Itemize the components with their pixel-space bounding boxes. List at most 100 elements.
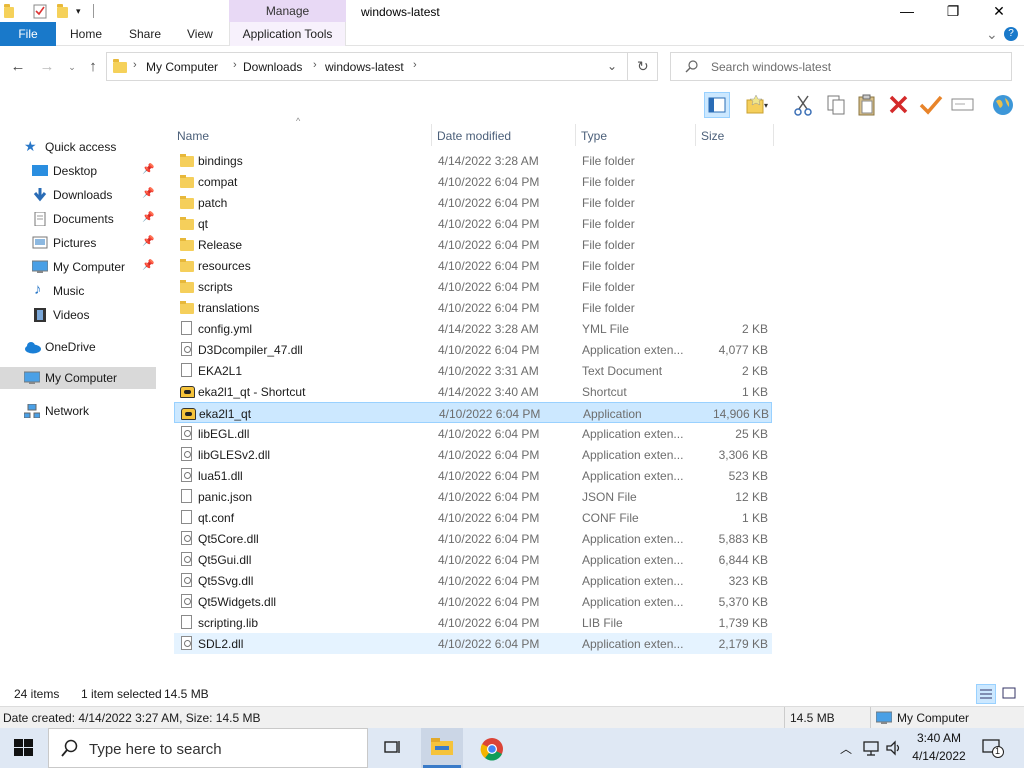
large-icons-view-icon[interactable] — [1000, 684, 1020, 704]
taskbar-search-input[interactable]: Type here to search — [89, 741, 222, 758]
nav-desktop[interactable]: Desktop 📌 — [0, 160, 156, 182]
file-row[interactable]: Qt5Svg.dll 4/10/2022 6:04 PM Application e… — [174, 570, 772, 591]
new-folder-icon[interactable] — [57, 3, 71, 19]
show-hidden-icons-icon[interactable]: ︿ — [840, 740, 852, 757]
folder-icon — [180, 300, 194, 315]
back-arrow-icon[interactable]: ← — [9, 58, 27, 76]
preview-pane-icon[interactable] — [704, 92, 730, 118]
refresh-icon[interactable]: ↻ — [637, 58, 649, 75]
nav-network[interactable]: Network — [0, 400, 156, 422]
tab-file[interactable]: File — [0, 22, 56, 46]
column-header-type[interactable]: Type — [578, 124, 696, 146]
file-name: scripts — [198, 280, 233, 294]
cut-icon[interactable] — [790, 92, 816, 118]
file-row[interactable]: D3Dcompiler_47.dll 4/10/2022 6:04 PM Appli… — [174, 339, 772, 360]
expand-ribbon-icon[interactable]: ⌄ — [986, 22, 998, 46]
help-icon[interactable]: ? — [1004, 27, 1018, 41]
file-row[interactable]: SDL2.dll 4/10/2022 6:04 PM Application ext… — [174, 633, 772, 654]
chevron-right-icon[interactable]: › — [233, 59, 237, 71]
details-view-icon[interactable] — [976, 684, 996, 704]
clock-time[interactable]: 3:40 AM — [908, 731, 970, 745]
pin-icon[interactable]: 📌 — [142, 188, 154, 199]
pin-icon[interactable]: 📌 — [142, 260, 154, 271]
breadcrumb-windows-latest[interactable]: windows-latest — [325, 60, 404, 74]
forward-arrow-icon[interactable]: → — [38, 58, 56, 76]
chrome-icon[interactable] — [480, 737, 504, 764]
file-row[interactable]: libGLESv2.dll 4/10/2022 6:04 PM Applicatio… — [174, 444, 772, 465]
file-row[interactable]: eka2l1_qt - Shortcut 4/14/2022 3:40 AM Sho… — [174, 381, 772, 402]
up-arrow-icon[interactable]: ↑ — [84, 58, 102, 76]
chevron-right-icon[interactable]: › — [313, 59, 317, 71]
globe-icon[interactable] — [990, 92, 1016, 118]
file-row[interactable]: qt 4/10/2022 6:04 PM File folder — [174, 213, 772, 234]
properties-icon[interactable] — [33, 3, 47, 19]
file-row[interactable]: libEGL.dll 4/10/2022 6:04 PM Application e… — [174, 423, 772, 444]
nav-music[interactable]: ♪ Music — [0, 280, 156, 302]
column-header-date[interactable]: Date modified — [434, 124, 576, 146]
file-explorer-taskbar-button[interactable] — [421, 728, 463, 768]
quick-access-dropdown-icon[interactable]: ▾ — [76, 6, 90, 22]
delete-icon[interactable] — [886, 92, 912, 118]
nav-videos[interactable]: Videos — [0, 304, 156, 326]
column-header-name[interactable]: Name — [174, 124, 432, 146]
tab-view[interactable]: View — [187, 22, 213, 46]
file-row[interactable]: Release 4/10/2022 6:04 PM File folder — [174, 234, 772, 255]
pin-icon[interactable]: 📌 — [142, 212, 154, 223]
chevron-right-icon[interactable]: › — [133, 59, 137, 71]
copy-icon[interactable] — [823, 92, 849, 118]
checkmark-icon[interactable] — [918, 92, 944, 118]
nav-my-computer[interactable]: My Computer — [0, 367, 156, 389]
nav-downloads[interactable]: Downloads 📌 — [0, 184, 156, 206]
clock-date[interactable]: 4/14/2022 — [908, 749, 970, 763]
file-row[interactable]: config.yml 4/14/2022 3:28 AM YML File 2 KB — [174, 318, 772, 339]
file-row[interactable]: bindings 4/14/2022 3:28 AM File folder — [174, 150, 772, 171]
manage-tab-header[interactable]: Manage — [229, 0, 346, 22]
action-center-icon[interactable]: 1 — [982, 738, 1004, 758]
search-input[interactable]: Search windows-latest — [711, 60, 831, 74]
paste-icon[interactable] — [854, 92, 880, 118]
nav-documents[interactable]: Documents 📌 — [0, 208, 156, 230]
chevron-right-icon[interactable]: › — [413, 59, 417, 71]
search-box[interactable]: Search windows-latest — [670, 52, 1012, 81]
pin-icon[interactable]: 📌 — [142, 236, 154, 247]
nav-quick-access[interactable]: ★ Quick access — [0, 136, 156, 158]
file-row[interactable]: translations 4/10/2022 6:04 PM File folder — [174, 297, 772, 318]
network-status-icon[interactable] — [862, 739, 880, 760]
file-row[interactable]: panic.json 4/10/2022 6:04 PM JSON File 12 K… — [174, 486, 772, 507]
folder-icon[interactable] — [4, 3, 18, 19]
breadcrumb-my-computer[interactable]: My Computer — [146, 60, 218, 74]
taskbar-search-box[interactable]: Type here to search — [48, 728, 368, 768]
nav-my-computer-quick[interactable]: My Computer 📌 — [0, 256, 156, 278]
file-row[interactable]: scripting.lib 4/10/2022 6:04 PM LIB File 1,… — [174, 612, 772, 633]
file-row[interactable]: lua51.dll 4/10/2022 6:04 PM Application ex… — [174, 465, 772, 486]
tab-home[interactable]: Home — [70, 22, 102, 46]
volume-icon[interactable] — [885, 739, 903, 760]
file-row[interactable]: Qt5Gui.dll 4/10/2022 6:04 PM Application e… — [174, 549, 772, 570]
breadcrumb-downloads[interactable]: Downloads — [243, 60, 302, 74]
file-row[interactable]: scripts 4/10/2022 6:04 PM File folder — [174, 276, 772, 297]
file-row[interactable]: Qt5Widgets.dll 4/10/2022 6:04 PM Applicati… — [174, 591, 772, 612]
address-bar[interactable]: › My Computer › Downloads › windows-late… — [106, 52, 658, 81]
file-row[interactable]: compat 4/10/2022 6:04 PM File folder — [174, 171, 772, 192]
column-header-size[interactable]: Size — [698, 124, 774, 146]
new-item-icon[interactable]: ▾ — [744, 92, 770, 118]
file-row[interactable]: patch 4/10/2022 6:04 PM File folder — [174, 192, 772, 213]
file-row[interactable]: Qt5Core.dll 4/10/2022 6:04 PM Application … — [174, 528, 772, 549]
file-row[interactable]: resources 4/10/2022 6:04 PM File folder — [174, 255, 772, 276]
recent-locations-icon[interactable]: ⌄ — [63, 58, 81, 76]
maximize-button[interactable]: ❐ — [930, 0, 976, 22]
file-row[interactable]: EKA2L1 4/10/2022 3:31 AM Text Document 2 KB — [174, 360, 772, 381]
tab-application-tools[interactable]: Application Tools — [229, 22, 346, 46]
file-row[interactable]: qt.conf 4/10/2022 6:04 PM CONF File 1 KB — [174, 507, 772, 528]
close-button[interactable]: ✕ — [976, 0, 1022, 22]
windows-start-icon[interactable] — [14, 739, 34, 760]
nav-onedrive[interactable]: OneDrive — [0, 336, 156, 358]
minimize-button[interactable]: — — [884, 0, 930, 22]
address-dropdown-icon[interactable]: ⌄ — [607, 59, 617, 73]
rename-icon[interactable] — [950, 92, 976, 118]
pin-icon[interactable]: 📌 — [142, 164, 154, 175]
tab-share[interactable]: Share — [129, 22, 161, 46]
nav-pictures[interactable]: Pictures 📌 — [0, 232, 156, 254]
task-view-icon[interactable] — [382, 738, 402, 761]
file-row[interactable]: eka2l1_qt 4/10/2022 6:04 PM Application 14,… — [174, 402, 772, 423]
